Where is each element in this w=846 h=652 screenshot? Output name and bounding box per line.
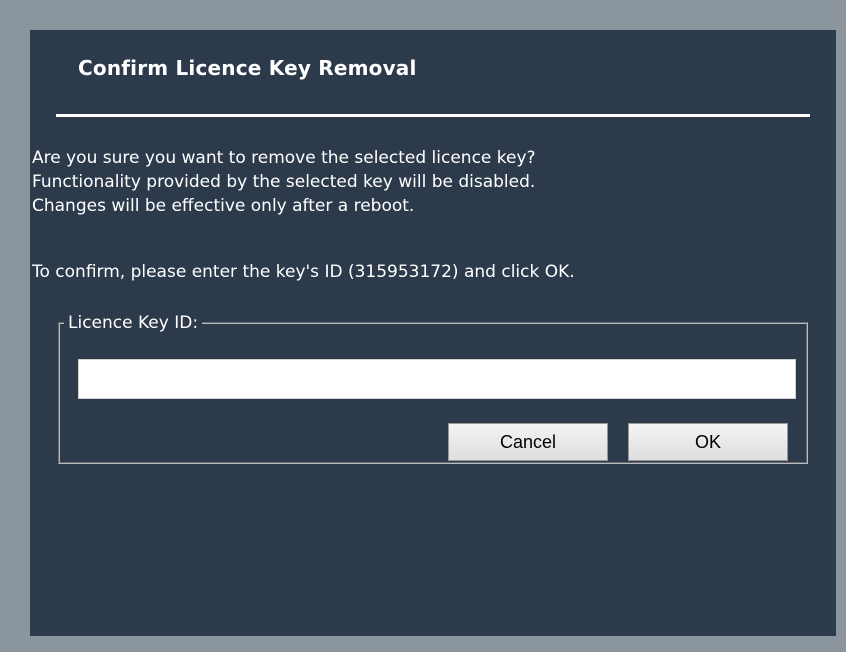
licence-key-legend: Licence Key ID: xyxy=(68,313,199,333)
confirm-instruction: To confirm, please enter the key's ID (3… xyxy=(32,262,575,282)
dialog-message: Are you sure you want to remove the sele… xyxy=(32,146,832,218)
dialog-title: Confirm Licence Key Removal xyxy=(78,56,417,80)
licence-key-id-input[interactable] xyxy=(78,359,796,399)
message-line: Changes will be effective only after a r… xyxy=(32,196,415,216)
licence-key-fieldset: Licence Key ID: Cancel OK xyxy=(58,312,808,464)
title-divider xyxy=(56,114,810,117)
cancel-button[interactable]: Cancel xyxy=(448,423,608,461)
ok-button[interactable]: OK xyxy=(628,423,788,461)
message-line: Are you sure you want to remove the sele… xyxy=(32,148,536,168)
confirm-licence-removal-dialog: Confirm Licence Key Removal Are you sure… xyxy=(30,30,836,636)
message-line: Functionality provided by the selected k… xyxy=(32,172,536,192)
